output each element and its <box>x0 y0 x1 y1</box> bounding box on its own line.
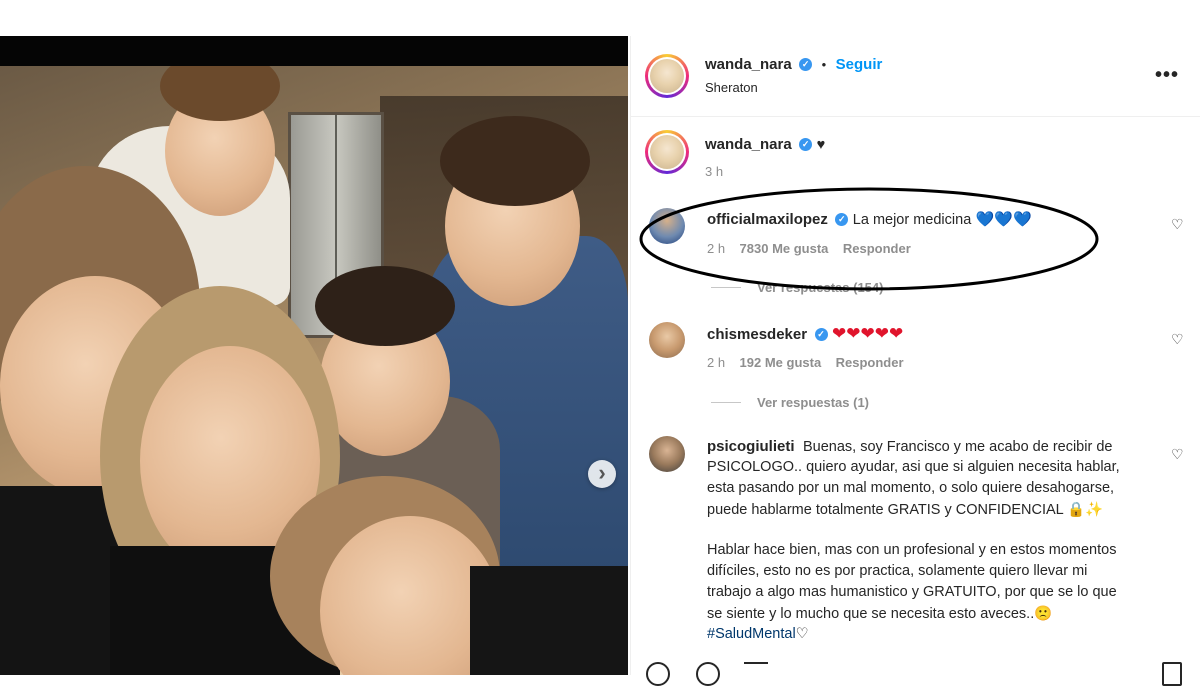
comment-emoji: 💙💙💙 <box>975 211 1032 228</box>
caption-text: ♥ <box>816 137 826 153</box>
replies-divider <box>711 402 741 404</box>
photo-top-bar <box>0 36 628 66</box>
share-icon[interactable] <box>744 662 768 686</box>
person-hair <box>315 266 455 346</box>
comment-emoji: ❤❤❤❤❤ <box>831 324 904 343</box>
view-replies-button[interactable]: Ver respuestas (1) <box>757 395 869 410</box>
heart-icon[interactable]: ♡ <box>1171 216 1184 233</box>
person-shirt <box>470 566 628 675</box>
view-replies-button[interactable]: Ver respuestas (154) <box>757 280 883 295</box>
verified-badge-icon: ✓ <box>799 58 813 72</box>
comment-text-line: Buenas, soy Francisco y me acabo de reci… <box>802 439 1113 455</box>
person-hair <box>440 116 590 206</box>
comment-text-line: Hablar hace bien, mas con un profesional… <box>707 542 1117 558</box>
comment-likes[interactable]: 192 Me gusta <box>740 355 822 370</box>
chevron-right-icon[interactable]: › <box>588 460 616 488</box>
post-location[interactable]: Sheraton <box>705 80 758 95</box>
hashtag-link[interactable]: #SaludMental <box>707 626 796 642</box>
post-action-bar <box>646 662 1186 686</box>
comment-text-line: puede hablarme totalmente GRATIS y CONFI… <box>707 502 1104 518</box>
author-avatar[interactable] <box>645 54 689 98</box>
verified-badge-icon: ✓ <box>799 138 813 152</box>
caption-avatar[interactable] <box>645 130 689 174</box>
reply-button[interactable]: Responder <box>836 355 904 370</box>
comment-likes[interactable]: 7830 Me gusta <box>740 241 829 256</box>
caption-username[interactable]: wanda_nara <box>705 136 792 153</box>
comment-username[interactable]: officialmaxilopez <box>707 211 828 228</box>
verified-badge-icon: ✓ <box>814 328 828 342</box>
comment-text-line: se siente y lo mucho que se necesita est… <box>707 606 1053 622</box>
heart-outline-emoji: ♡ <box>795 626 809 642</box>
separator-dot: • <box>821 57 827 72</box>
heart-icon[interactable]: ♡ <box>1171 331 1184 348</box>
comment-text-line: trabajo a algo mas humanistico y GRATUIT… <box>707 584 1117 600</box>
reply-button[interactable]: Responder <box>843 241 911 256</box>
comment-avatar[interactable] <box>649 436 685 472</box>
more-options-icon[interactable]: ••• <box>1155 64 1179 87</box>
heart-icon[interactable] <box>646 662 670 686</box>
comment-text: La mejor medicina <box>852 212 972 228</box>
verified-badge-icon: ✓ <box>835 213 849 227</box>
post-header: wanda_nara ✓ • Seguir Sheraton ••• <box>631 36 1200 117</box>
comment-text-line: esta pasando por un mal momento, o solo … <box>707 480 1115 496</box>
post-photo-pane: › <box>0 36 628 675</box>
save-icon[interactable] <box>1162 662 1182 686</box>
comment-text-line: difíciles, esto no es por practica, sola… <box>707 563 1088 579</box>
comment-username[interactable]: chismesdeker <box>707 326 807 343</box>
heart-icon[interactable]: ♡ <box>1171 446 1184 463</box>
follow-button[interactable]: Seguir <box>836 56 883 73</box>
post-photo <box>0 66 628 675</box>
replies-divider <box>711 287 741 289</box>
post-side-panel: wanda_nara ✓ • Seguir Sheraton ••• wanda… <box>630 36 1200 675</box>
comment-avatar[interactable] <box>649 208 685 244</box>
author-username[interactable]: wanda_nara <box>705 56 792 73</box>
comment-time[interactable]: 2 h <box>707 355 725 370</box>
comment-icon[interactable] <box>696 662 720 686</box>
comment-time[interactable]: 2 h <box>707 241 725 256</box>
comment-username[interactable]: psicogiulieti <box>707 438 795 455</box>
comment-avatar[interactable] <box>649 322 685 358</box>
caption-time[interactable]: 3 h <box>705 164 723 179</box>
comment-text-line: PSICOLOGO.. quiero ayudar, asi que si al… <box>707 459 1120 475</box>
